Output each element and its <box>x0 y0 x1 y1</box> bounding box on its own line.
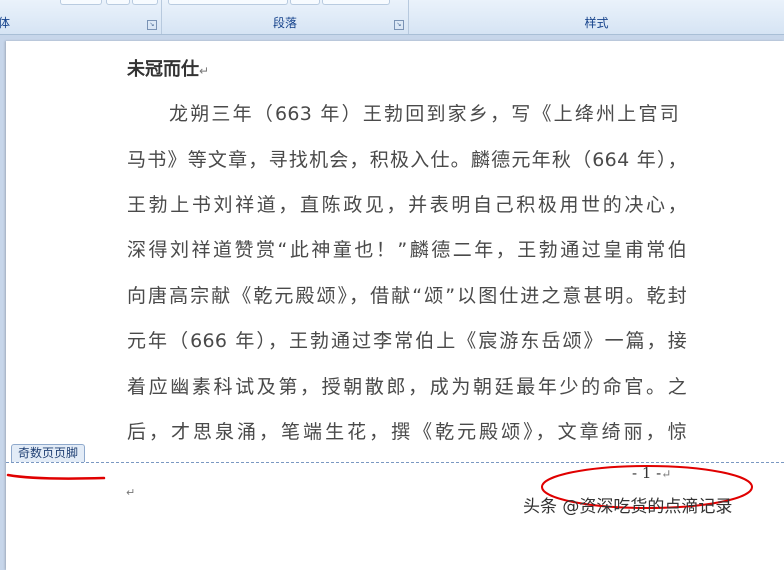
ribbon-button[interactable] <box>106 0 130 5</box>
ribbon: 体 ↘ 段落 ↘ 样式 <box>0 0 784 35</box>
ribbon-group-label: 段落 <box>272 16 297 30</box>
heading-text: 未冠而仕 <box>127 59 199 80</box>
word-window: 体 ↘ 段落 ↘ 样式 未冠而仕↵ 龙朔三年（663 年）王勃回到家乡，写《上绛… <box>0 0 784 570</box>
ribbon-button[interactable] <box>290 0 320 5</box>
ribbon-group-styles: 样式 <box>409 0 784 34</box>
body-line: 龙朔三年（663 年）王勃回到家乡，写《上绛州上官司 <box>169 103 679 125</box>
paragraph-mark-icon: ↵ <box>126 486 136 499</box>
paragraph-mark-icon: ↵ <box>199 64 210 78</box>
body-line: 元年（666 年），王勃通过李常伯上《宸游东岳颂》一篇，接 <box>127 330 687 352</box>
ribbon-group-label: 体 <box>0 16 11 30</box>
body-line: 深得刘祥道赞赏“此神童也！”麟德二年，王勃通过皇甫常伯 <box>127 239 687 261</box>
document-page[interactable]: 未冠而仕↵ 龙朔三年（663 年）王勃回到家乡，写《上绛州上官司 马书》等文章，… <box>6 41 784 570</box>
ribbon-button[interactable] <box>132 0 158 5</box>
body-line: 马书》等文章，寻找机会，积极入仕。麟德元年秋（664 年）， <box>127 149 687 171</box>
ribbon-group-font: 体 ↘ <box>0 0 162 34</box>
body-line: 着应幽素科试及第，授朝散郎，成为朝廷最年少的命官。之 <box>127 376 687 398</box>
ribbon-group-label: 样式 <box>584 16 609 30</box>
ribbon-group-paragraph: 段落 ↘ <box>162 0 409 34</box>
watermark-text: 头条 @资深吃货的点滴记录 <box>523 497 733 517</box>
body-line: 王勃上书刘祥道，直陈政见，并表明自己积极用世的决心， <box>127 194 687 216</box>
body-line: 后，才思泉涌，笔端生花，撰《乾元殿颂》，文章绮丽，惊 <box>127 421 687 443</box>
footer-tag[interactable]: 奇数页页脚 <box>11 444 86 462</box>
ribbon-button[interactable] <box>168 0 288 5</box>
section-heading: 未冠而仕↵ <box>127 55 209 81</box>
red-underline-annotation <box>6 473 106 480</box>
ribbon-button[interactable] <box>322 0 390 5</box>
dialog-launcher-icon[interactable]: ↘ <box>147 20 157 30</box>
body-line: 向唐高宗献《乾元殿颂》，借献“颂”以图仕进之意甚明。乾封 <box>127 285 687 307</box>
ribbon-button[interactable] <box>60 0 102 5</box>
dialog-launcher-icon[interactable]: ↘ <box>394 20 404 30</box>
